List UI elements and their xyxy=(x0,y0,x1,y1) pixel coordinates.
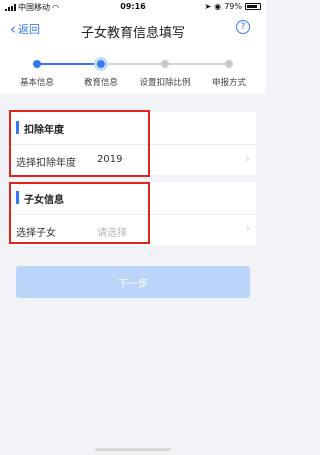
page-title: 子女教育信息填写 xyxy=(80,26,185,41)
status-right: ➤ ◉ 79% xyxy=(205,2,261,11)
chevron-right-icon: › xyxy=(245,222,250,235)
step-dot xyxy=(33,60,41,68)
section-header: 扣除年度 xyxy=(10,112,256,145)
section-title: 扣除年度 xyxy=(24,125,64,136)
stepper-line-done xyxy=(37,63,101,65)
battery-icon xyxy=(245,3,261,10)
field-label: 选择子女 xyxy=(16,228,56,239)
section-header: 子女信息 xyxy=(10,182,256,215)
step-dot xyxy=(161,60,169,68)
battery-percent: 79% xyxy=(224,2,242,11)
step-label: 教育信息 xyxy=(83,78,118,88)
status-bar: 中国移动 ◠ 09:16 ➤ ◉ 79% xyxy=(0,0,266,14)
lock-rotation-icon: ◉ xyxy=(214,2,222,11)
step-label: 基本信息 xyxy=(19,78,54,88)
question-circle-icon[interactable]: ? xyxy=(236,20,250,34)
section-accent-bar xyxy=(16,191,19,204)
section-accent-bar xyxy=(16,121,19,134)
next-step-button[interactable]: 下一步 xyxy=(16,266,250,298)
step-label: 申报方式 xyxy=(211,78,246,88)
field-label: 选择扣除年度 xyxy=(16,158,76,169)
deduction-year-value: 2019 xyxy=(97,154,123,165)
section-title: 子女信息 xyxy=(24,195,64,206)
child-info-section: 子女信息 选择子女 请选择 › xyxy=(10,182,256,245)
navigation-bar: ‹ 返回 子女教育信息填写 ? xyxy=(0,14,266,44)
progress-stepper: 基本信息 教育信息 设置扣除比例 申报方式 xyxy=(0,44,266,94)
chevron-right-icon: › xyxy=(245,152,250,165)
deduction-year-select[interactable]: 选择扣除年度 2019 › xyxy=(10,145,256,175)
deduction-year-section: 扣除年度 选择扣除年度 2019 › xyxy=(10,112,256,175)
child-select[interactable]: 选择子女 请选择 › xyxy=(10,215,256,245)
home-indicator xyxy=(95,448,171,451)
child-select-placeholder: 请选择 xyxy=(97,228,127,239)
step-dot-current xyxy=(94,57,108,71)
step-dot xyxy=(225,60,233,68)
location-icon: ➤ xyxy=(204,2,212,11)
step-label: 设置扣除比例 xyxy=(139,78,191,88)
